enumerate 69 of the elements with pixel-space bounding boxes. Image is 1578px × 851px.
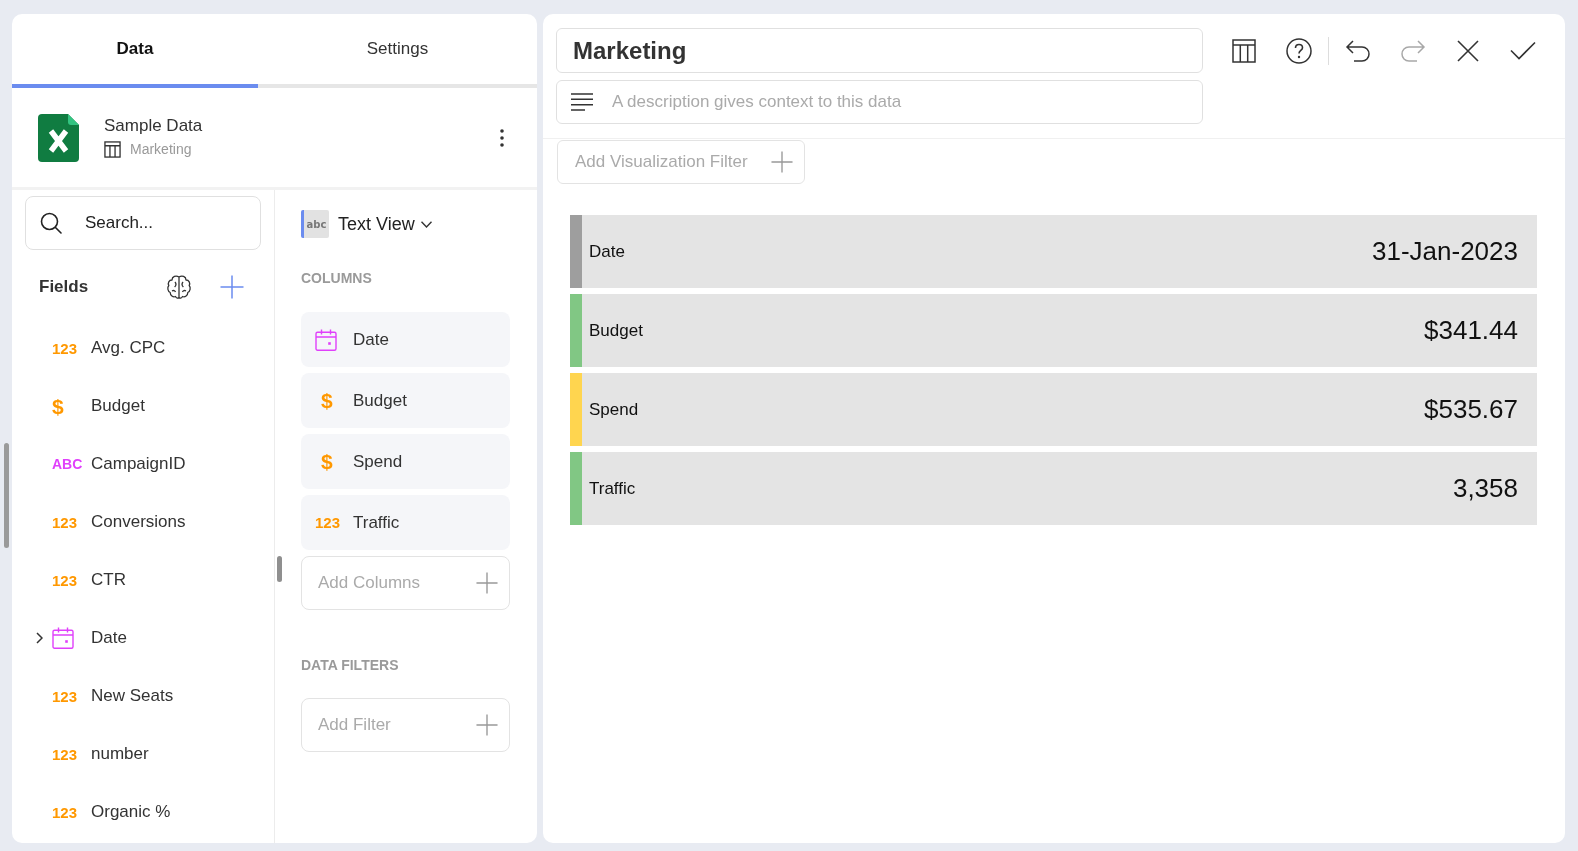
text-type-label: ABC	[52, 457, 83, 471]
scrollbar-thumb[interactable]	[4, 443, 9, 548]
checkmark-icon	[1510, 41, 1536, 60]
chevron-down-icon	[420, 220, 432, 228]
title-field[interactable]: Marketing	[556, 28, 1203, 73]
field-label: Traffic	[589, 477, 636, 500]
number-type-label: 123	[52, 746, 78, 762]
number-type-label: 123	[315, 515, 341, 530]
column-item[interactable]: 123 Traffic	[301, 495, 510, 550]
plus-icon	[220, 275, 244, 299]
table-name: Marketing	[130, 140, 192, 159]
number-type-label: 123	[52, 804, 78, 820]
dollar-sign-icon: $	[52, 395, 64, 417]
field-value: 3,358	[1452, 472, 1518, 505]
grid-icon	[1232, 38, 1256, 63]
field-item[interactable]: 123 Avg. CPC	[12, 319, 274, 377]
search-field[interactable]: Search...	[25, 196, 261, 250]
tab[interactable]: Settings	[258, 14, 537, 88]
number-type-label: 123	[52, 340, 78, 356]
more-options-icon	[500, 128, 504, 147]
section-heading: DATA FILTERS	[301, 656, 400, 675]
close-icon	[1457, 39, 1479, 62]
fields-heading: Fields	[39, 276, 89, 299]
chevron-right-icon[interactable]	[36, 632, 43, 644]
field-item[interactable]: $ Budget	[12, 377, 274, 435]
column-item[interactable]: $ Budget	[301, 373, 510, 428]
more-options-button[interactable]	[498, 126, 506, 149]
number-type-label: 123	[52, 514, 78, 530]
plus-icon	[476, 714, 498, 736]
field-item[interactable]: 123 CTR	[12, 551, 274, 609]
column-item[interactable]: Date	[301, 312, 510, 367]
field-item[interactable]: 123 Organic %	[12, 783, 274, 841]
field-item[interactable]: 123 New Seats	[12, 667, 274, 725]
brain-icon	[166, 274, 192, 300]
undo-icon	[1345, 38, 1371, 63]
column-item[interactable]: $ Spend	[301, 434, 510, 489]
field-value: $341.44	[1424, 314, 1518, 347]
field-value: 31-Jan-2023	[1372, 235, 1518, 268]
add-field-button[interactable]	[220, 275, 244, 299]
field-item[interactable]: Date	[12, 609, 274, 667]
scrollbar-thumb[interactable]	[277, 556, 282, 582]
help-icon	[1286, 37, 1312, 64]
dollar-sign-icon: $	[321, 390, 333, 411]
field-item[interactable]: 123 number	[12, 725, 274, 783]
view-type-dropdown[interactable]: Text View	[338, 210, 432, 238]
number-type-label: 123	[52, 688, 78, 704]
table-icon	[104, 141, 121, 158]
field-label: Date	[589, 240, 625, 263]
section-heading: COLUMNS	[301, 269, 373, 288]
redo-icon	[1400, 38, 1426, 63]
number-type-label: 123	[52, 572, 78, 588]
brain-button[interactable]	[166, 274, 192, 300]
data-source-name: Sample Data	[104, 115, 203, 137]
text-lines-icon	[571, 93, 593, 111]
field-value: $535.67	[1424, 393, 1518, 426]
text-view-icon: abc	[301, 210, 329, 238]
tab[interactable]: Data	[12, 14, 258, 88]
calendar-icon	[52, 627, 74, 649]
calendar-icon	[315, 328, 337, 351]
field-item[interactable]: 123 Conversions	[12, 493, 274, 551]
search-icon	[40, 212, 62, 234]
dollar-sign-icon: $	[321, 451, 333, 472]
plus-icon	[476, 572, 498, 594]
field-item[interactable]: ABC CampaignID	[12, 435, 274, 493]
field-label: Budget	[589, 319, 643, 342]
field-label: Spend	[589, 398, 639, 421]
plus-icon	[771, 151, 793, 173]
spreadsheet-file-icon	[38, 113, 79, 162]
description-field[interactable]: A description gives context to this data	[556, 80, 1203, 124]
